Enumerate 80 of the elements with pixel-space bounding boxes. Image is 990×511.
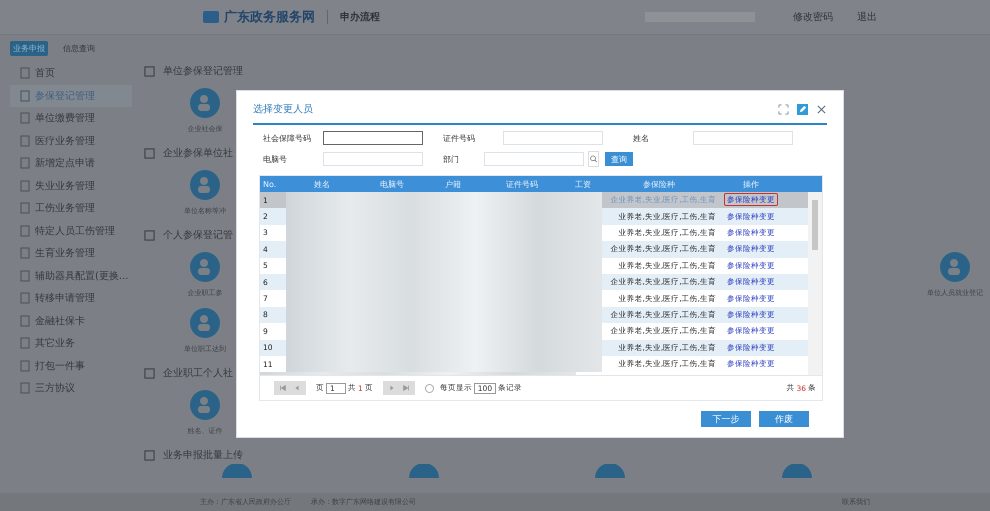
page-icon [20,382,30,394]
column-header: 证件号码 [505,178,539,190]
page-icon [20,337,30,350]
sidebar-item[interactable]: 三方协议 [10,377,132,400]
sidebar-item[interactable]: 参保登记管理 [10,84,132,107]
sidebar-item[interactable]: 工伤业务管理 [10,197,132,220]
section-icon [144,66,155,76]
sidebar-tab[interactable]: 信息查询 [60,41,98,56]
sidebar-item[interactable]: 单位缴费管理 [10,107,132,130]
site-title: 广东政务服务网 [224,8,315,26]
person-icon[interactable] [940,252,970,282]
section-icon [144,148,155,158]
section-title: 业务申报批量上传 [163,448,243,462]
column-header: 操作 [742,178,760,190]
logo-icon [203,11,219,23]
next-page-icon[interactable] [388,384,396,392]
column-header: 姓名 [313,178,331,190]
field-label: 证件号码 [443,132,476,144]
page-icon [20,292,30,304]
person-icon[interactable] [190,88,220,118]
field-label: 电脑号 [263,154,288,164]
column-header: No. [262,180,278,188]
page-icon [20,90,30,102]
column-header: 参保险种 [642,178,676,190]
page-icon [20,270,30,282]
sidebar-item[interactable]: 生育业务管理 [10,242,132,264]
column-header: 工资 [574,178,592,190]
close-icon[interactable] [816,104,827,114]
input-field[interactable] [323,131,423,145]
field-label: 部门 [443,154,460,164]
person-icon[interactable] [190,170,220,200]
sidebar-item[interactable]: 首页 [10,62,132,84]
column-header: 电脑号 [379,178,405,190]
section-icon [144,230,155,240]
person-icon[interactable] [190,390,220,420]
section-title: 单位参保登记管理 [163,64,243,78]
dialog-title: 选择变更人员 [253,102,313,116]
sidebar-item[interactable]: 金融社保卡 [10,310,132,332]
section-title: 个人参保登记管 [163,228,233,242]
section-icon [144,450,155,460]
section-icon [144,368,155,378]
page-icon [20,224,30,237]
search-icon[interactable] [588,151,599,167]
field-label: 姓名 [633,132,650,144]
sidebar-item[interactable]: 其它业务 [10,332,132,354]
previous-page-icon[interactable] [293,384,301,392]
page-icon [20,202,30,214]
sidebar-item[interactable]: 转移申请管理 [10,287,132,310]
last-page-icon[interactable] [402,384,410,392]
page-icon [20,180,30,192]
sidebar-item[interactable]: 医疗业务管理 [10,130,132,152]
field-label: 社会保障号码 [263,132,312,144]
sidebar-tab[interactable]: 业务申报 [10,41,48,56]
page-icon [20,247,30,260]
first-page-icon[interactable] [279,384,287,392]
page-icon [20,314,30,327]
sidebar-item[interactable]: 失业业务管理 [10,174,132,197]
person-icon[interactable] [190,252,220,282]
page-icon [20,157,30,170]
header-link[interactable]: 退出 [857,10,877,24]
query-button[interactable]: 查询 [605,152,633,166]
page-icon [20,360,30,372]
sidebar-item[interactable]: 特定人员工伤管理 [10,220,132,242]
page-icon [20,67,30,80]
column-header: 户籍 [444,178,462,190]
fullscreen-icon[interactable] [778,104,789,114]
person-icon[interactable] [190,308,220,338]
flow-link[interactable]: 申办流程 [340,10,380,24]
edit-icon[interactable] [797,104,808,114]
dialog-button[interactable]: 作废 [759,411,809,427]
section-title: 企业职工个人社 [163,366,233,380]
scrollbar[interactable] [808,192,822,375]
sidebar-item[interactable]: 打包一件事 [10,354,132,377]
sidebar-item[interactable]: 辅助器具配置(更换... [10,264,132,287]
page-icon [20,134,30,147]
header-link[interactable]: 修改密码 [793,10,833,24]
sidebar-item[interactable]: 新增定点申请 [10,152,132,174]
section-title: 企业参保单位社 [163,146,233,160]
page-icon [20,112,30,124]
dialog-button[interactable]: 下一步 [701,411,751,427]
